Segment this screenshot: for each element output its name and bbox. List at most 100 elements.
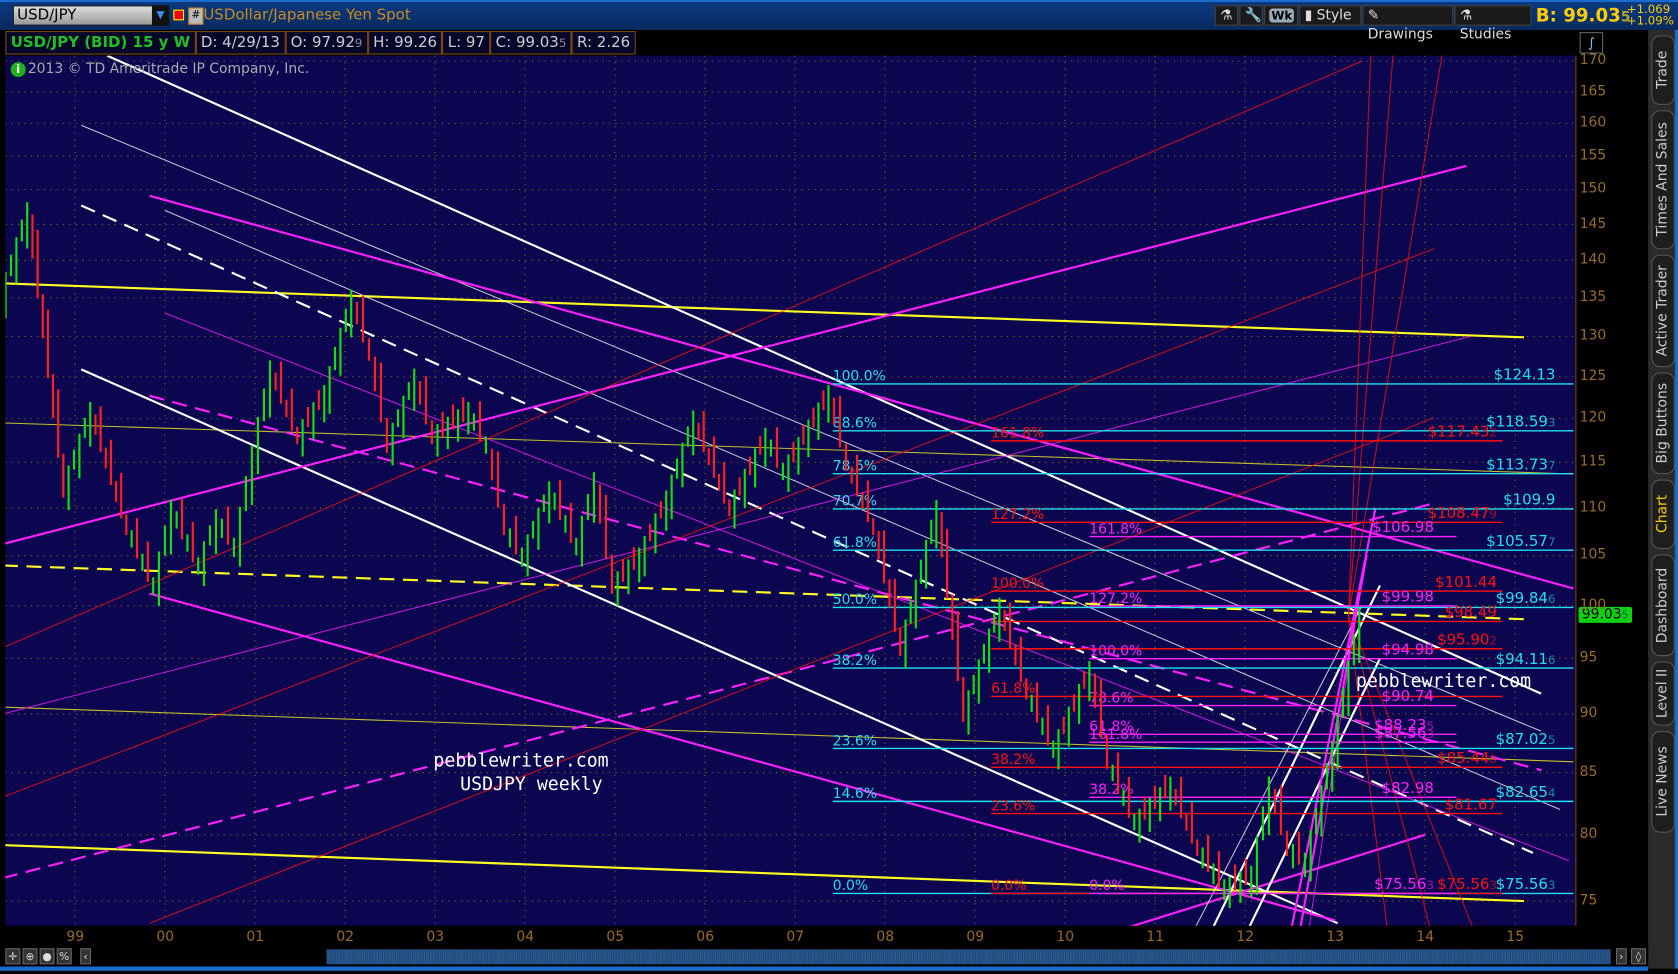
right-sidebar-tabs: Trade Times And Sales Active Trader Big But…: [1648, 29, 1678, 969]
fib-magenta-price-label: $75.563: [1374, 875, 1434, 893]
time-tick-label: 10: [1056, 929, 1075, 946]
studies-label: Studies: [1459, 26, 1512, 43]
hash-button[interactable]: #: [188, 7, 204, 25]
watermark-site: pebblewriter.com: [1356, 671, 1531, 692]
chart-info-bar: USD/JPY (BID) 15 y W D: 4/29/13 O: 97.92…: [5, 31, 636, 55]
fib-cyan-price-suffix: 5: [1548, 733, 1555, 747]
price-tick-label: 75: [1579, 892, 1598, 909]
fib-red-price-label: $101.44: [1435, 573, 1497, 591]
fib-red-percent-label: 0.0%: [991, 878, 1026, 894]
sidebar-tab-level-ii[interactable]: Level II: [1651, 661, 1675, 726]
fib-magenta-price-label: $99.98: [1382, 588, 1434, 606]
price-tick-label: 130: [1579, 327, 1607, 344]
style-label: Style: [1316, 7, 1352, 24]
price-tick-label: 80: [1579, 826, 1598, 843]
fib-red-price-label: $117.432: [1428, 423, 1497, 441]
fib-red-percent-label: 161.8%: [991, 426, 1044, 442]
zoom-in-icon[interactable]: ⊕: [22, 948, 38, 965]
info-close: C: 99.035: [490, 31, 572, 55]
fib-cyan-price-suffix: 6: [1548, 592, 1555, 606]
style-button[interactable]: ▮ Style: [1299, 5, 1362, 26]
link-color-icon[interactable]: [173, 9, 185, 21]
flexible-grid-icon[interactable]: ⚗: [1214, 5, 1239, 26]
price-tick-label: 155: [1579, 147, 1607, 164]
drawings-button[interactable]: ✎ Drawings: [1362, 5, 1454, 43]
fib-red-price-label: $95.902: [1437, 630, 1497, 648]
thinkorswim-chart-window: USD/JPY ▼ # USDollar/Japanese Yen Spot ⚗…: [0, 0, 1678, 974]
pencil-icon: ✎: [1367, 7, 1380, 24]
fib-magenta-percent-label: 127.2%: [1089, 591, 1142, 607]
fib-cyan-price-suffix: 4: [1548, 786, 1555, 800]
price-tick-label: 90: [1579, 705, 1598, 722]
fib-cyan-price-label: $94.116: [1496, 650, 1556, 668]
fib-cyan-price-suffix: 3: [1548, 878, 1555, 892]
fib-cyan-percent-label: 100.0%: [833, 369, 886, 385]
info-low: L: 97: [442, 31, 491, 55]
fib-cyan-percent-label: 23.6%: [833, 733, 877, 749]
scroll-right-icon[interactable]: ›: [1616, 948, 1627, 965]
fib-red-price-suffix: 2: [1489, 426, 1496, 440]
fib-red-percent-label: 127.2%: [991, 507, 1044, 523]
price-chart[interactable]: 100.0% $124.1388.6% $118.59378.6% $113.7377…: [5, 55, 1576, 926]
zoom-out-icon[interactable]: ●: [39, 948, 55, 965]
time-tick-label: 13: [1326, 929, 1345, 946]
copyright-notice: i 2013 © TD Ameritrade IP Company, Inc.: [10, 61, 309, 78]
price-tick-label: 170: [1579, 52, 1607, 69]
fib-cyan-percent-label: 70.7%: [833, 494, 877, 510]
fib-cyan-percent-label: 0.0%: [833, 878, 868, 894]
info-range: R: 2.26: [571, 31, 636, 55]
fib-cyan-price-label: $99.846: [1496, 589, 1556, 607]
zoom-crosshair-icon[interactable]: ✛: [5, 948, 21, 965]
fib-red-percent-label: 100.0%: [991, 576, 1044, 592]
info-high: H: 99.26: [367, 31, 443, 55]
price-tick-label: 85: [1579, 764, 1598, 781]
price-tick-label: 115: [1579, 453, 1607, 470]
fib-magenta-percent-label: 100.0%: [1089, 643, 1142, 659]
fib-cyan-percent-label: 14.6%: [833, 786, 877, 802]
sidebar-tab-times-and-sales[interactable]: Times And Sales: [1651, 110, 1675, 250]
price-tick-label: 145: [1579, 215, 1607, 232]
fib-red-percent-label: 23.6%: [991, 798, 1035, 814]
fib-cyan-price-suffix: 3: [1548, 415, 1555, 429]
expand-time-icon[interactable]: ◊: [1630, 948, 1646, 965]
sidebar-tab-chart[interactable]: Chart: [1651, 479, 1675, 550]
bid-price: B: 99.035: [1535, 5, 1631, 27]
symbol-input[interactable]: USD/JPY: [12, 5, 170, 26]
fib-cyan-price-suffix: 6: [1548, 653, 1555, 667]
sidebar-tab-big-buttons[interactable]: Big Buttons: [1651, 372, 1675, 475]
time-tick-label: 02: [336, 929, 355, 946]
fib-cyan-percent-label: 78.6%: [833, 459, 877, 475]
fib-magenta-price-label: $94.98: [1382, 640, 1434, 658]
info-open: O: 97.929: [285, 31, 368, 55]
percent-icon[interactable]: %: [56, 948, 72, 965]
aggregation-button[interactable]: Wk: [1263, 5, 1299, 26]
net-change: +1.069 +1.09%: [1627, 3, 1674, 27]
symbol-dropdown-chevron-icon[interactable]: ▼: [151, 5, 170, 26]
sidebar-tab-active-trader[interactable]: Active Trader: [1651, 254, 1675, 368]
price-tick-label: 95: [1579, 649, 1598, 666]
fib-magenta-price-suffix: 3: [1426, 727, 1433, 741]
chart-background: [5, 55, 1576, 926]
time-tick-label: 08: [876, 929, 895, 946]
fib-red-price-suffix: 2: [1489, 633, 1496, 647]
change-percent: +1.09%: [1626, 13, 1674, 28]
price-tick-label: 110: [1579, 499, 1607, 516]
wrench-icon[interactable]: 🔧: [1239, 5, 1263, 26]
time-tick-label: 99: [66, 929, 85, 946]
sidebar-tab-trade[interactable]: Trade: [1651, 35, 1675, 105]
study-panel-icon[interactable]: ∫: [1579, 32, 1604, 54]
drawings-label: Drawings: [1367, 26, 1433, 43]
sidebar-tab-live-news[interactable]: Live News: [1651, 731, 1675, 833]
fib-cyan-price-label: $82.654: [1496, 783, 1556, 801]
sidebar-tab-dashboard[interactable]: Dashboard: [1651, 554, 1675, 657]
studies-button[interactable]: ⚗ Studies: [1454, 5, 1532, 43]
fib-red-price-suffix: 3: [1489, 878, 1496, 892]
info-icon[interactable]: i: [10, 62, 26, 78]
scrollbar-thumb[interactable]: [326, 949, 1611, 965]
fib-red-percent-label: 38.2%: [991, 752, 1035, 768]
fib-cyan-percent-label: 38.2%: [833, 653, 877, 669]
price-tick-label: 120: [1579, 410, 1607, 427]
info-date: D: 4/29/13: [195, 31, 286, 55]
scroll-left-icon[interactable]: ‹: [80, 948, 91, 965]
fib-red-percent-label: 61.8%: [991, 681, 1035, 697]
